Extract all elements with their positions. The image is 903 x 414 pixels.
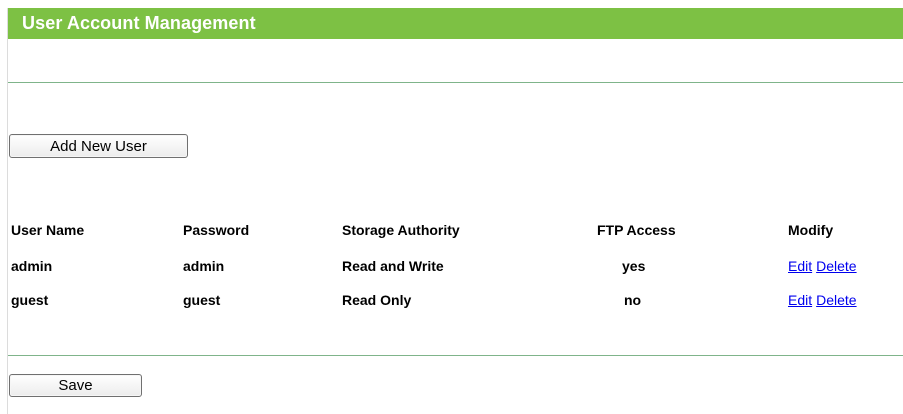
page-title: User Account Management — [22, 13, 256, 33]
add-new-user-button[interactable]: Add New User — [9, 134, 188, 158]
cell-password: guest — [183, 292, 221, 308]
bottom-divider — [8, 355, 903, 356]
header-password: Password — [183, 222, 250, 238]
title-bar: User Account Management — [8, 8, 903, 39]
cell-user-name: guest — [11, 292, 49, 308]
cell-storage-authority: Read and Write — [342, 258, 444, 274]
header-ftp-access: FTP Access — [597, 222, 676, 238]
delete-link[interactable]: Delete — [816, 258, 856, 274]
save-button[interactable]: Save — [9, 374, 142, 397]
cell-ftp-access: yes — [622, 258, 646, 274]
delete-link[interactable]: Delete — [816, 292, 856, 308]
cell-ftp-access: no — [624, 292, 642, 308]
cell-password: admin — [183, 258, 225, 274]
cell-user-name: admin — [11, 258, 53, 274]
top-divider — [8, 82, 903, 83]
cell-modify: Edit Delete — [788, 292, 857, 308]
header-storage-authority: Storage Authority — [342, 222, 460, 238]
header-user-name: User Name — [11, 222, 85, 238]
user-account-management-page: User Account Management Add New User Use… — [0, 0, 903, 414]
left-border — [7, 8, 8, 414]
edit-link[interactable]: Edit — [788, 258, 812, 274]
cell-modify: Edit Delete — [788, 258, 857, 274]
header-modify: Modify — [788, 222, 834, 238]
edit-link[interactable]: Edit — [788, 292, 812, 308]
cell-storage-authority: Read Only — [342, 292, 412, 308]
